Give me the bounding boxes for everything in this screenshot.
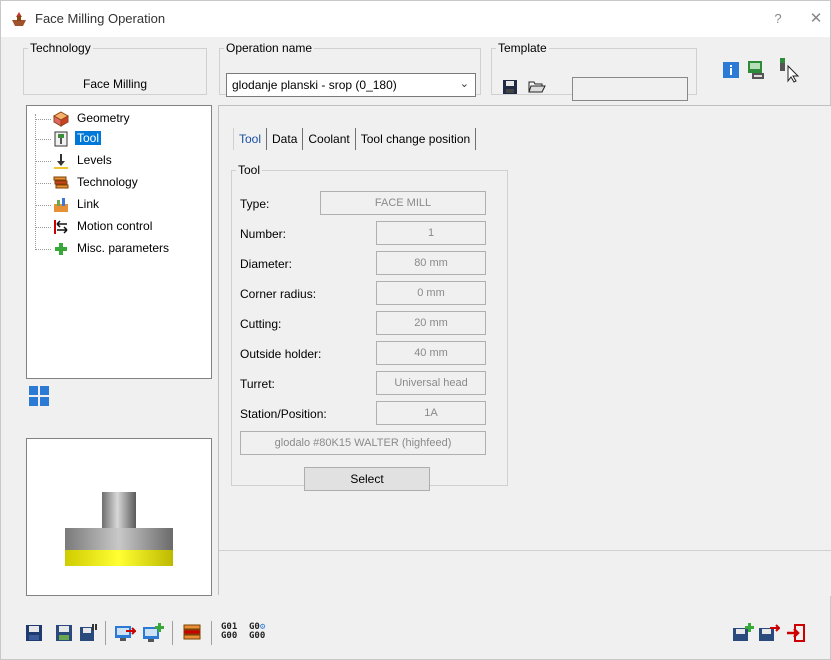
close-button[interactable]: ✕: [804, 7, 828, 31]
add-operation-icon[interactable]: [732, 623, 754, 643]
info-icon[interactable]: [723, 62, 739, 78]
link-icon: [54, 198, 68, 212]
layers-icon[interactable]: [182, 623, 202, 643]
tab-content-area: Tool Data Coolant Tool change position T…: [219, 106, 831, 550]
gcode-bottom-label: G00: [249, 631, 266, 641]
misc-parameters-icon: [55, 243, 67, 255]
save-all-icon[interactable]: [78, 623, 98, 643]
toolbar-separator: [105, 621, 106, 645]
technology-legend: Technology: [30, 41, 91, 55]
number-label: Number:: [240, 227, 287, 241]
template-field[interactable]: [572, 77, 688, 101]
turret-value: Universal head: [376, 371, 486, 395]
tree-item-label: Link: [77, 197, 100, 211]
face-mill-preview-graphic: [65, 492, 173, 566]
tree-item-label: Levels: [77, 153, 112, 167]
tree-item-label: Tool: [75, 131, 102, 145]
save-template-icon[interactable]: [502, 79, 518, 95]
operation-name-group: Operation name glodanje planski - srop (…: [219, 41, 481, 97]
levels-icon: [54, 154, 68, 169]
tree-item-label: Geometry: [77, 111, 130, 125]
tab-data[interactable]: Data: [267, 128, 304, 150]
diameter-value: 80 mm: [376, 251, 486, 275]
tree-item-label: Technology: [77, 175, 138, 189]
tree-item-label: Misc. parameters: [77, 241, 170, 255]
corner-radius-value: 0 mm: [376, 281, 486, 305]
cutting-label: Cutting:: [240, 317, 282, 331]
panel-footer: [219, 550, 831, 596]
pointer-select-icon[interactable]: [777, 57, 801, 83]
exit-icon[interactable]: [786, 623, 806, 643]
face-milling-window: Face Milling Operation ? ✕ Technology Fa…: [0, 0, 831, 660]
operation-name-value: glodanje planski - srop (0_180): [232, 78, 397, 92]
template-group: Template: [491, 41, 697, 101]
tab-tool-change-position[interactable]: Tool change position: [355, 128, 477, 150]
cutting-value: 20 mm: [376, 311, 486, 335]
view-grid-icon[interactable]: [29, 386, 49, 406]
tree-item-label: Motion control: [77, 219, 153, 233]
tool-icon: [54, 131, 68, 147]
technology-value: Face Milling: [82, 77, 148, 91]
diameter-label: Diameter:: [240, 257, 293, 271]
outside-holder-label: Outside holder:: [240, 347, 322, 361]
operation-name-select[interactable]: glodanje planski - srop (0_180) ⌄: [226, 73, 476, 97]
operation-tree: Geometry Tool Levels Technology Link Mot…: [26, 105, 212, 379]
tree-connector: [35, 114, 36, 250]
window-title: Face Milling Operation: [35, 11, 166, 26]
gcode-options-button[interactable]: G0⚙ G00: [249, 623, 265, 641]
save-as-icon[interactable]: [54, 623, 74, 643]
title-bar: Face Milling Operation ? ✕: [1, 1, 830, 37]
tab-coolant[interactable]: Coolant: [303, 128, 356, 150]
gcode-bottom-label: G00: [221, 631, 238, 641]
technology-group: Technology Face Milling: [23, 41, 207, 95]
tool-info-group: Tool Type: FACE MILL Number: 1 Diameter:…: [231, 163, 508, 491]
turret-label: Turret:: [240, 377, 275, 391]
corner-radius-label: Corner radius:: [240, 287, 317, 301]
properties-panel: Tool Data Coolant Tool change position T…: [218, 105, 831, 596]
save-icon[interactable]: [24, 623, 44, 643]
tool-info-legend: Tool: [238, 163, 261, 177]
machine-export-icon[interactable]: [114, 623, 136, 643]
outside-holder-value: 40 mm: [376, 341, 486, 365]
machine-add-icon[interactable]: [142, 623, 164, 643]
tab-bar: Tool Data Coolant Tool change position: [233, 128, 477, 150]
template-legend: Template: [498, 41, 547, 55]
operation-name-legend: Operation name: [226, 41, 313, 55]
type-value: FACE MILL: [320, 191, 486, 215]
number-value: 1: [376, 221, 486, 245]
toolbar-separator: [211, 621, 212, 645]
chevron-down-icon: ⌄: [459, 78, 469, 90]
open-template-icon[interactable]: [528, 78, 546, 94]
tool-description: glodalo #80K15 WALTER (highfeed): [240, 431, 486, 455]
geometry-icon: [53, 111, 69, 127]
machine-sim-icon[interactable]: [746, 59, 768, 81]
select-tool-button[interactable]: Select: [304, 467, 430, 491]
motion-control-icon: [54, 220, 68, 234]
gcode-view-button[interactable]: G01 G00: [221, 623, 237, 641]
toolbar-separator: [172, 621, 173, 645]
station-value: 1A: [376, 401, 486, 425]
app-icon: [12, 12, 26, 26]
tool-preview: [26, 438, 212, 596]
station-label: Station/Position:: [240, 407, 327, 421]
type-label: Type:: [240, 197, 270, 211]
export-operation-icon[interactable]: [758, 623, 780, 643]
technology-icon: [53, 176, 69, 189]
bottom-toolbar: G01 G00 G0⚙ G00: [1, 601, 830, 659]
tab-tool[interactable]: Tool: [233, 128, 268, 150]
help-button[interactable]: ?: [766, 7, 790, 31]
